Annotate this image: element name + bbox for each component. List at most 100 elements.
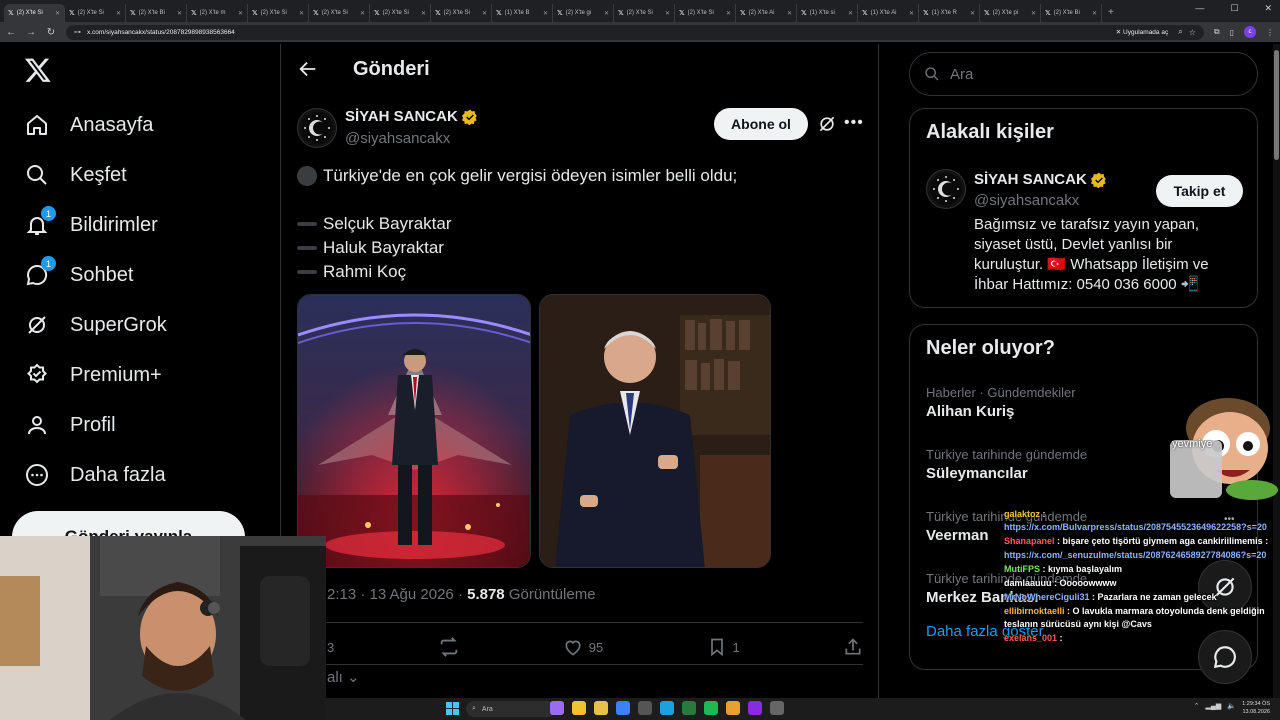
more-options-icon[interactable]: ••• <box>844 114 864 132</box>
tab-close-icon[interactable]: ✕ <box>299 10 304 17</box>
verified-badge-icon[interactable] <box>461 109 478 125</box>
url-input[interactable]: ⊶ x.com/siyahsancakx/status/208782989893… <box>66 24 1204 40</box>
tab-close-icon[interactable]: ✕ <box>55 10 60 17</box>
reply-sort-selector[interactable]: alı ⌄ <box>327 668 360 686</box>
nav-item-profile[interactable]: Profil <box>24 412 116 438</box>
browser-tab[interactable]: 𝕏 (1) X'te si ✕ <box>797 4 858 22</box>
back-arrow-icon[interactable] <box>297 58 319 80</box>
tab-close-icon[interactable]: ✕ <box>1031 10 1036 17</box>
person-handle[interactable]: @siyahsancakx <box>974 192 1079 209</box>
chat-more-icon[interactable]: ••• <box>1224 514 1235 525</box>
extensions-icon[interactable]: ⧉ <box>1214 27 1220 37</box>
follow-button[interactable]: Takip et <box>1156 175 1243 207</box>
taskbar-clock[interactable]: 1:29:34 ÖS 13.08.2026 <box>1242 700 1270 716</box>
tray-chevron-icon[interactable]: ⌃ <box>1194 702 1200 710</box>
search-input[interactable]: Ara <box>909 52 1258 96</box>
share-button[interactable] <box>843 637 863 657</box>
person-name[interactable]: SİYAH SANCAK <box>974 171 1107 188</box>
network-icon[interactable]: ▂▄▆ <box>1206 702 1222 710</box>
chat-link[interactable]: https://x.com/_senuzulme/status/20876246… <box>1004 549 1270 562</box>
tab-close-icon[interactable]: ✕ <box>543 10 548 17</box>
volume-icon[interactable]: 🔈 <box>1227 702 1236 710</box>
author-avatar[interactable] <box>297 108 337 148</box>
maximize-icon[interactable]: ☐ <box>1230 3 1238 14</box>
tab-close-icon[interactable]: ✕ <box>421 10 426 17</box>
chrome-icon[interactable] <box>572 701 586 715</box>
tab-close-icon[interactable]: ✕ <box>604 10 609 17</box>
browser-menu-icon[interactable]: ⋮ <box>1266 28 1274 37</box>
app-icon[interactable] <box>616 701 630 715</box>
taskbar-search[interactable]: ⌕ Ara <box>466 701 556 717</box>
spotify-icon[interactable] <box>704 701 718 715</box>
tab-close-icon[interactable]: ✕ <box>1092 10 1097 17</box>
tab-close-icon[interactable]: ✕ <box>787 10 792 17</box>
forward-nav-icon[interactable]: → <box>26 27 36 38</box>
reply-button[interactable]: 3 <box>327 640 334 655</box>
browser-tab[interactable]: 𝕏 (2) X'te Si ✕ <box>309 4 370 22</box>
nav-item-more[interactable]: Daha fazla <box>24 462 166 488</box>
x-logo-icon[interactable] <box>24 56 52 84</box>
browser-tab[interactable]: 𝕏 (2) X'te Bi ✕ <box>1041 4 1102 22</box>
author-name[interactable]: SİYAH SANCAK <box>345 108 478 125</box>
post-image-2[interactable] <box>539 294 771 568</box>
nav-item-chat[interactable]: 1 Sohbet <box>24 256 133 288</box>
tab-close-icon[interactable]: ✕ <box>909 10 914 17</box>
browser-tab[interactable]: 𝕏 (2) X'te Si ✕ <box>4 4 65 22</box>
nav-item-supergrok[interactable]: SuperGrok <box>24 312 167 338</box>
browser-tab[interactable]: 𝕏 (2) X'te Si ✕ <box>431 4 492 22</box>
tab-close-icon[interactable]: ✕ <box>726 10 731 17</box>
trend-item[interactable]: Türkiye tarihinde gündemde Süleymancılar <box>926 447 1087 482</box>
browser-tab[interactable]: 𝕏 (2) X'te Si ✕ <box>675 4 736 22</box>
tab-close-icon[interactable]: ✕ <box>848 10 853 17</box>
browser-tab[interactable]: 𝕏 (2) X'te Si ✕ <box>370 4 431 22</box>
nav-item-explore[interactable]: Keşfet <box>24 162 127 188</box>
like-button[interactable]: 95 <box>563 637 603 657</box>
browser-tab[interactable]: 𝕏 (2) X'te pi ✕ <box>980 4 1041 22</box>
tab-close-icon[interactable]: ✕ <box>238 10 243 17</box>
app-icon[interactable] <box>660 701 674 715</box>
nav-item-premium[interactable]: Premium+ <box>24 362 162 388</box>
tab-close-icon[interactable]: ✕ <box>177 10 182 17</box>
nav-item-home[interactable]: Anasayfa <box>24 112 153 138</box>
grok-icon[interactable] <box>817 114 837 134</box>
tab-close-icon[interactable]: ✕ <box>116 10 121 17</box>
app-icon[interactable] <box>550 701 564 715</box>
close-window-icon[interactable]: ✕ <box>1264 3 1272 14</box>
tab-close-icon[interactable]: ✕ <box>970 10 975 17</box>
app-icon[interactable] <box>770 701 784 715</box>
tab-close-icon[interactable]: ✕ <box>482 10 487 17</box>
browser-tab[interactable]: 𝕏 (1) X'te Ai ✕ <box>858 4 919 22</box>
profile-avatar[interactable]: c <box>1244 26 1256 38</box>
open-in-app-button[interactable]: ✕ Uygulamada aç <box>1111 26 1173 38</box>
post-image-1[interactable] <box>297 294 531 568</box>
bookmark-star-icon[interactable]: ☆ <box>1189 28 1196 37</box>
scrollbar-thumb[interactable] <box>1274 50 1279 160</box>
tab-close-icon[interactable]: ✕ <box>360 10 365 17</box>
browser-tab[interactable]: 𝕏 (2) X'te Si ✕ <box>614 4 675 22</box>
new-tab-icon[interactable]: + <box>1102 4 1120 22</box>
browser-tab[interactable]: 𝕏 (1) X'te B ✕ <box>492 4 553 22</box>
minimize-icon[interactable]: — <box>1195 3 1204 14</box>
repost-button[interactable] <box>438 636 460 658</box>
tab-close-icon[interactable]: ✕ <box>665 10 670 17</box>
browser-tab[interactable]: 𝕏 (2) X'te gı ✕ <box>553 4 614 22</box>
browser-tab[interactable]: 𝕏 (2) X'te m ✕ <box>187 4 248 22</box>
sidebar-icon[interactable]: ▯ <box>1230 28 1234 37</box>
back-nav-icon[interactable]: ← <box>6 27 16 38</box>
zoom-icon[interactable]: ⌕ <box>1178 27 1182 37</box>
browser-tab[interactable]: 𝕏 (2) X'te Bi ✕ <box>126 4 187 22</box>
browser-tab[interactable]: 𝕏 (2) X'te Ai ✕ <box>736 4 797 22</box>
folder-icon[interactable] <box>594 701 608 715</box>
nav-item-notifications[interactable]: 1 Bildirimler <box>24 206 158 238</box>
browser-tab[interactable]: 𝕏 (2) X'te Si ✕ <box>248 4 309 22</box>
app-icon[interactable] <box>748 701 762 715</box>
person-avatar[interactable] <box>926 169 966 209</box>
browser-tab[interactable]: 𝕏 (2) X'te Si ✕ <box>65 4 126 22</box>
subscribe-button[interactable]: Abone ol <box>714 108 808 140</box>
site-info-icon[interactable]: ⊶ <box>74 28 81 36</box>
bookmark-button[interactable]: 1 <box>707 637 740 657</box>
app-icon[interactable] <box>638 701 652 715</box>
app-icon[interactable] <box>682 701 696 715</box>
author-handle[interactable]: @siyahsancakx <box>345 130 450 147</box>
post-timestamp[interactable]: 2:13 · 13 Ağu 2026 · <box>327 586 467 603</box>
